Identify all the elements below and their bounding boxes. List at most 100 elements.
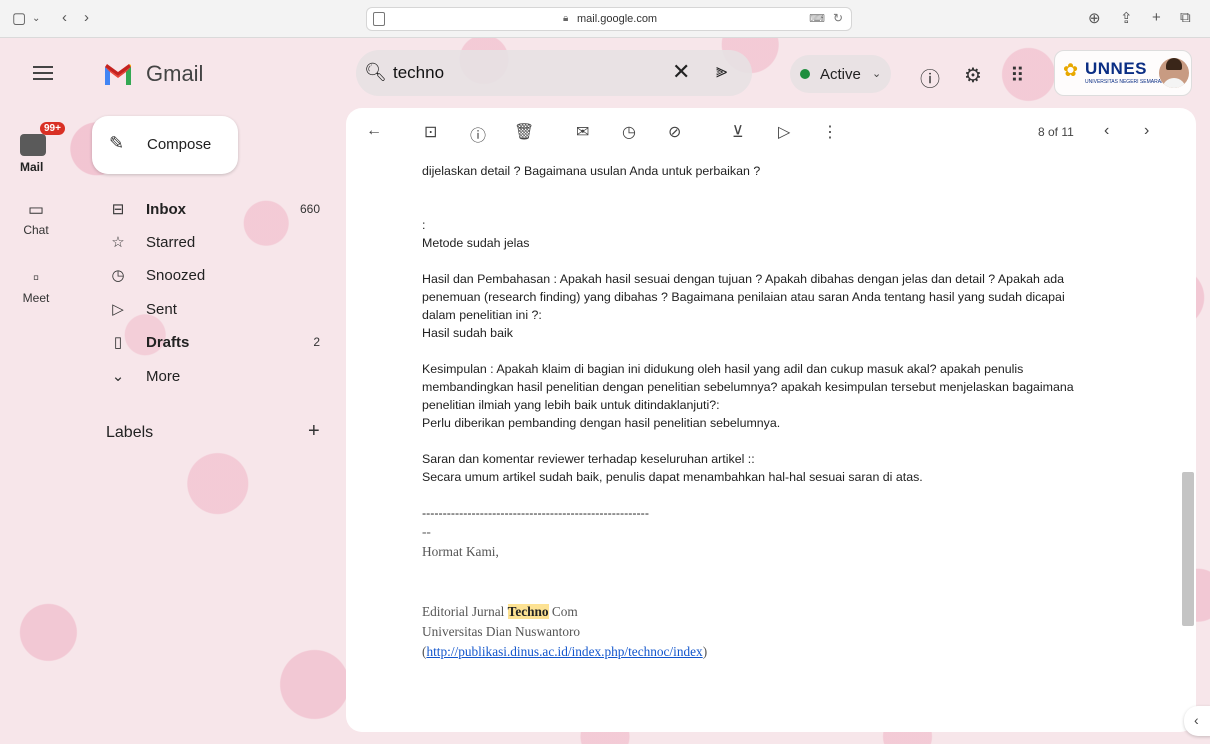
body-line: dalam penelitian ini ?: [422,308,542,322]
account-org: UNNES [1085,59,1148,78]
message-toolbar: ← ⊡ ⓘ 🗑︎ ✉ ◷ ⊘ ⊻ ▷ ⋮ 8 of 11 ‹ › [346,108,1196,158]
rail-mail-label[interactable]: Mail [20,160,43,174]
body-line: membandingkan hasil penelitian dengan pe… [422,380,1074,394]
label-icon[interactable]: ▷ [778,122,790,142]
side-panel-toggle-icon[interactable]: ‹ [1184,706,1210,736]
rail-chat-label: Chat [23,223,49,237]
nav-label: Drafts [146,334,190,351]
back-icon[interactable]: ‹ [62,9,67,26]
chevron-down-icon: ⌄ [111,368,125,385]
search-icon[interactable]: 🔍︎ [364,62,387,83]
add-task-icon[interactable]: ⊘ [668,122,681,142]
search-highlight: Techno [507,604,549,619]
rail-meet[interactable]: ▫ Meet [16,268,56,305]
scrollbar-thumb[interactable] [1182,472,1194,626]
journal-link[interactable]: http://publikasi.dinus.ac.id/index.php/t… [426,644,702,659]
archive-icon[interactable]: ⊡ [424,122,437,142]
older-icon[interactable]: › [1144,122,1149,140]
sig-university: Universitas Dian Nuswantoro [422,624,581,639]
nav-count: 2 [313,335,320,349]
lock-icon: 🔒︎ [563,13,569,24]
search-options-icon[interactable]: ⫸ [716,60,727,83]
nav-label: More [146,368,181,385]
translate-icon[interactable]: ⌨ [809,12,825,25]
sig-journal: Editorial Jurnal Techno Com [422,602,1162,622]
tabs-icon[interactable]: ⧉ [1180,9,1191,26]
newer-icon[interactable]: ‹ [1104,122,1109,140]
avatar[interactable] [1159,58,1189,88]
nav-label: Starred [146,234,196,251]
apps-grid-icon[interactable]: ⠿ [1010,63,1025,88]
sig-journal-pre: Editorial Jurnal [422,604,508,619]
body-line: Saran dan komentar reviewer terhadap kes… [422,452,755,466]
sidebar-icon[interactable]: ▢ [12,9,26,27]
settings-icon[interactable]: ⚙ [964,63,982,88]
reload-icon[interactable]: ↻ [833,11,843,25]
nav-item-inbox[interactable]: ⊟ Inbox 660 [100,193,332,225]
download-icon[interactable]: ⊕ [1088,9,1101,27]
more-options-icon[interactable]: ⋮ [822,122,838,142]
new-tab-icon[interactable]: + [1152,9,1161,26]
account-org-sub: UNIVERSITAS NEGERI SEMARANG [1085,79,1169,85]
body-line: Metode sudah jelas [422,236,530,250]
body-line: Kesimpulan : Apakah klaim di bagian ini … [422,362,1024,376]
message-panel: ← ⊡ ⓘ 🗑︎ ✉ ◷ ⊘ ⊻ ▷ ⋮ 8 of 11 ‹ › dijelas… [346,108,1196,732]
pencil-icon: ✎ [109,133,125,153]
clock-icon: ◷ [111,267,125,284]
nav-item-sent[interactable]: ▷ Sent [100,293,332,325]
gmail-logo-icon[interactable] [103,60,133,86]
signature: -- Hormat Kami, Editorial Jurnal Techno … [422,522,1162,662]
mail-rail-icon[interactable] [20,134,46,156]
chevron-down-icon[interactable]: ⌄ [32,13,40,24]
sig-paren: ) [702,644,708,659]
rail-meet-label: Meet [22,291,50,305]
nav-item-more[interactable]: ⌄ More [100,360,332,392]
sig-journal-post: Com [548,604,578,619]
clear-search-icon[interactable]: ✕ [672,59,690,85]
compose-button[interactable]: ✎ Compose [92,116,238,174]
nav-item-snoozed[interactable]: ◷ Snoozed [100,259,332,291]
chevron-down-icon: ⌄ [872,68,882,80]
snooze-icon[interactable]: ◷ [622,122,636,142]
browser-toolbar: ▢ ⌄ ‹ › 🔒︎ mail.google.com ⌨ ↻ ⊕ ⇪ + ⧉ [0,0,1210,38]
share-icon[interactable]: ⇪ [1120,9,1133,27]
chat-icon: ▭ [27,200,45,219]
send-icon: ▷ [112,301,124,318]
address-bar[interactable]: 🔒︎ mail.google.com ⌨ ↻ [366,7,852,31]
help-icon[interactable]: ⓘ [920,63,940,92]
mark-unread-icon[interactable]: ✉ [576,122,589,142]
message-body: dijelaskan detail ? Bagaimana usulan And… [422,162,1162,662]
page-icon[interactable] [373,12,385,26]
draft-icon: ▯ [113,334,123,351]
sig-regards: Hormat Kami, [422,544,499,559]
nav-label: Sent [146,301,177,318]
body-line: Hasil dan Pembahasan : Apakah hasil sesu… [422,272,1065,286]
delete-icon[interactable]: 🗑︎ [514,122,534,142]
sig-link-line: (http://publikasi.dinus.ac.id/index.php/… [422,642,1162,662]
account-button[interactable]: ✿ UNNES UNIVERSITAS NEGERI SEMARANG [1054,50,1192,96]
forward-icon[interactable]: › [84,9,89,26]
nav-item-starred[interactable]: ☆ Starred [100,226,332,258]
nav-label: Inbox [146,201,186,218]
status-selector[interactable]: Active ⌄ [790,55,891,93]
body-line: Hasil sudah baik [422,326,513,340]
inbox-icon: ⊟ [111,201,125,218]
video-icon: ▫ [32,268,40,287]
status-label: Active [820,66,861,83]
add-label-icon[interactable]: + [308,420,320,443]
search-bar[interactable]: 🔍︎ techno ✕ ⫸ [356,50,752,96]
pager-text: 8 of 11 [1038,125,1074,139]
move-to-icon[interactable]: ⊻ [732,122,744,142]
back-to-list-icon[interactable]: ← [366,122,382,140]
search-input[interactable]: techno [393,63,444,83]
body-line: Secara umum artikel sudah baik, penulis … [422,470,923,484]
rail-chat[interactable]: ▭ Chat [16,200,56,237]
nav-item-drafts[interactable]: ▯ Drafts 2 [100,326,332,358]
body-line: penemuan (research finding) yang dibahas… [422,290,1065,304]
main-menu-icon[interactable] [33,66,53,80]
body-line: : [422,218,426,232]
status-dot [800,69,810,79]
body-line: ----------------------------------------… [422,506,649,520]
report-spam-icon[interactable]: ⓘ [470,122,486,146]
nav-label: Snoozed [146,267,206,284]
